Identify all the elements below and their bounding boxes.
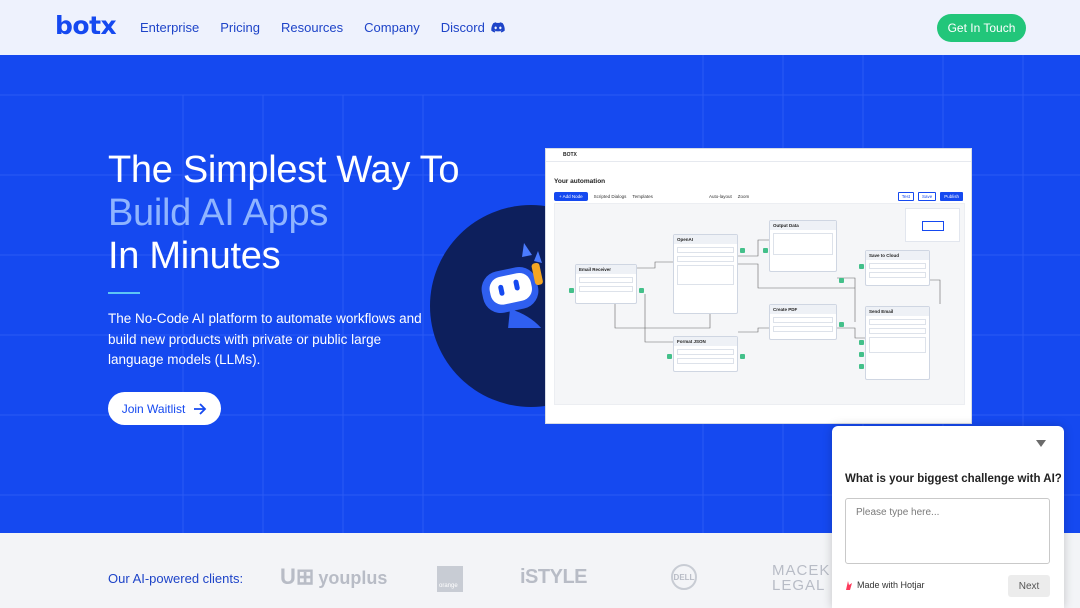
mockup-publish: Publish — [940, 192, 963, 201]
node-field — [579, 286, 633, 292]
client-logo-macek-legal: MACEK LEGAL — [772, 562, 831, 594]
node-field — [869, 319, 926, 325]
survey-answer-input[interactable] — [845, 498, 1050, 564]
node-field — [869, 272, 926, 278]
mockup-add-node: + Add Node — [554, 192, 588, 201]
survey-question: What is your biggest challenge with AI? — [845, 473, 1062, 485]
hero-subtext: The No-Code AI platform to automate work… — [108, 311, 422, 367]
mockup-tool-4: Zoom — [737, 194, 750, 199]
node-email-receiver-title: Email Receiver — [576, 265, 636, 274]
node-field — [869, 328, 926, 334]
port-icon — [740, 354, 745, 359]
node-field — [869, 263, 926, 269]
nav-pricing[interactable]: Pricing — [220, 20, 260, 35]
client-logo-dell: DELL — [671, 564, 697, 590]
mockup-save: Save — [917, 192, 937, 201]
client-logo-dell-text: DELL — [673, 572, 695, 582]
port-icon — [859, 364, 864, 369]
client-logo-youplus-text: youplus — [318, 568, 388, 588]
node-field — [773, 233, 833, 255]
port-icon — [740, 248, 745, 253]
nav-resources[interactable]: Resources — [281, 20, 343, 35]
node-field — [677, 265, 734, 285]
node-field — [677, 247, 734, 253]
node-field — [869, 337, 926, 353]
headline-line-2: Build AI Apps — [108, 192, 329, 234]
node-send-email-title: Send Email — [866, 307, 929, 316]
mockup-test: Test — [897, 192, 914, 201]
port-icon — [639, 288, 644, 293]
botx-logo[interactable]: botx — [55, 11, 117, 40]
top-navigation-bar: botx Enterprise Pricing Resources Compan… — [0, 0, 1080, 55]
node-save-to-cloud-title: Save to Cloud — [866, 251, 929, 260]
get-in-touch-button[interactable]: Get In Touch — [937, 14, 1026, 42]
headline-line-3: In Minutes — [108, 235, 281, 277]
headline-line-1: The Simplest Way To — [108, 149, 460, 191]
node-save-to-cloud: Save to Cloud — [865, 250, 930, 286]
node-send-email: Send Email — [865, 306, 930, 380]
node-field — [773, 326, 833, 332]
mockup-minimap — [905, 208, 960, 242]
app-screenshot-mockup: BOTX Your automation + Add Node Scripted… — [545, 148, 972, 424]
main-nav: Enterprise Pricing Resources Company Dis… — [140, 0, 505, 55]
node-openai-title: OpenAI — [674, 235, 737, 244]
hero-headline: The Simplest Way To Build AI Apps In Min… — [108, 149, 460, 278]
made-with-hotjar[interactable]: Made with Hotjar — [845, 580, 925, 590]
mockup-toolbar: + Add Node Scripted Dialogs Templates Au… — [554, 192, 749, 201]
port-icon — [763, 248, 768, 253]
node-format-json: Format JSON — [673, 336, 738, 372]
made-with-hotjar-label: Made with Hotjar — [857, 580, 925, 590]
clients-label: Our AI-powered clients: — [108, 571, 244, 586]
port-icon — [667, 354, 672, 359]
mockup-tool-1: Scripted Dialogs — [593, 194, 627, 199]
mockup-title: Your automation — [554, 178, 606, 185]
feedback-survey-widget: What is your biggest challenge with AI? … — [832, 426, 1064, 608]
join-waitlist-button[interactable]: Join Waitlist — [108, 392, 221, 425]
nav-discord[interactable]: Discord — [441, 20, 505, 35]
join-waitlist-label: Join Waitlist — [121, 401, 186, 416]
nav-enterprise[interactable]: Enterprise — [140, 20, 199, 35]
node-format-json-title: Format JSON — [674, 337, 737, 346]
node-output-data-title: Output Data — [770, 221, 836, 230]
mockup-topbar: BOTX — [546, 149, 971, 162]
client-logo-istyle-text: iSTYLE — [520, 566, 588, 588]
collapse-caret-icon[interactable] — [1036, 440, 1046, 447]
discord-icon — [491, 22, 505, 33]
port-icon — [569, 288, 574, 293]
node-field — [579, 277, 633, 283]
node-create-pdf-title: Create PDF — [770, 305, 836, 314]
node-email-receiver: Email Receiver — [575, 264, 637, 304]
youplus-mark-icon: U⊞ — [280, 564, 315, 589]
nav-company[interactable]: Company — [364, 20, 420, 35]
client-logo-youplus: U⊞ youplus — [280, 564, 387, 590]
client-logo-orange: orange — [437, 566, 463, 592]
mockup-brand: BOTX — [563, 152, 577, 158]
port-icon — [859, 352, 864, 357]
port-icon — [859, 340, 864, 345]
robot-mascot-icon — [481, 243, 543, 328]
mockup-workflow-canvas: Email Receiver OpenAI Output Data Save t… — [554, 203, 965, 405]
client-logo-istyle: iSTYLE — [520, 566, 588, 589]
node-create-pdf: Create PDF — [769, 304, 837, 340]
nav-discord-label: Discord — [440, 20, 485, 35]
node-field — [677, 256, 734, 262]
node-field — [677, 349, 734, 355]
node-field — [677, 358, 734, 364]
mockup-tool-2: Templates — [632, 194, 653, 199]
survey-next-button[interactable]: Next — [1008, 575, 1050, 597]
arrow-right-icon — [194, 402, 207, 415]
port-icon — [839, 278, 844, 283]
hotjar-flame-icon — [846, 580, 852, 590]
client-logo-orange-text: orange — [439, 583, 458, 589]
node-openai: OpenAI — [673, 234, 738, 314]
mockup-actions: Test Save Publish — [897, 192, 963, 201]
node-field — [773, 317, 833, 323]
port-icon — [859, 264, 864, 269]
mockup-tool-3: Auto-layout — [708, 194, 732, 199]
minimap-viewport — [922, 221, 944, 231]
headline-divider — [108, 292, 140, 294]
port-icon — [839, 322, 844, 327]
node-output-data: Output Data — [769, 220, 837, 272]
